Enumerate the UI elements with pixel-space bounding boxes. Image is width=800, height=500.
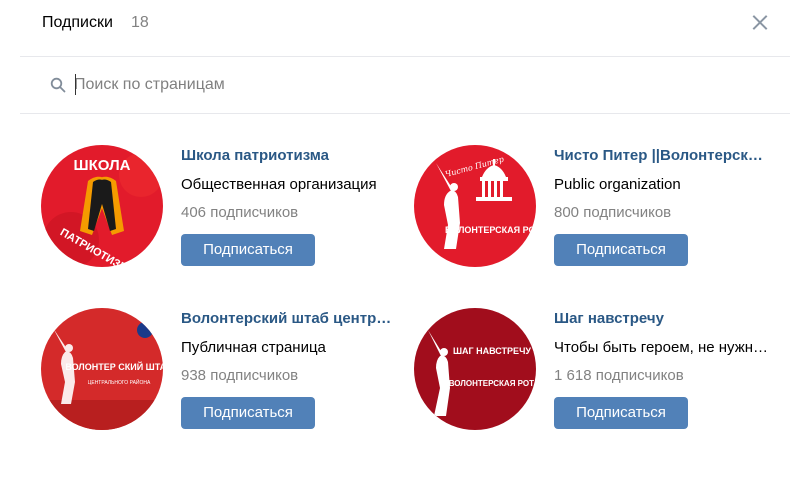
divider [20,113,790,114]
avatar-bottom-text: ВОЛОНТЕРСКАЯ РОТА [449,379,536,388]
group-avatar[interactable]: ШКОЛА ПАТРИОТИЗМА [41,145,163,267]
motherland-statue-icon: Чисто Питер ВОЛОНТЕРСКАЯ РОТА [414,145,536,267]
group-name-link[interactable]: Волонтерский штаб центрального района [181,310,396,327]
group-card: ШКОЛА ПАТРИОТИЗМА Школа патриотизма Обще… [41,145,421,275]
search-input[interactable] [74,72,674,98]
motherland-statue-icon: ШАГ НАВСТРЕЧУ ВОЛОНТЕРСКАЯ РОТА [414,308,536,430]
group-avatar[interactable]: ШАГ НАВСТРЕЧУ ВОЛОНТЕРСКАЯ РОТА [414,308,536,430]
avatar-bottom-text: ВОЛОНТЕРСКАЯ РОТА [445,225,536,235]
group-description: Public organization [554,176,681,193]
search-icon [50,77,66,93]
modal-header: Подписки 18 [0,0,800,46]
subscribers-count: 406 подписчиков [181,204,299,221]
subscribe-button[interactable]: Подписаться [554,234,688,266]
group-avatar[interactable]: ВОЛОНТЕР СКИЙ ШТАБ ЦЕНТРАЛЬНОГО РАЙОНА [41,308,163,430]
subscriptions-count: 18 [131,14,149,31]
group-description: Общественная организация [181,176,377,193]
subscribers-count: 1 618 подписчиков [554,367,684,384]
subscribers-count: 938 подписчиков [181,367,299,384]
group-card: Чисто Питер ВОЛОНТЕРСКАЯ РОТА Чисто Пите… [414,145,794,275]
modal-title: Подписки [42,14,113,31]
group-name-link[interactable]: Шаг навстречу [554,310,769,327]
subscribers-count: 800 подписчиков [554,204,672,221]
close-icon[interactable] [746,9,774,37]
st-george-ribbon-icon: ШКОЛА ПАТРИОТИЗМА [41,145,163,267]
subscribe-button[interactable]: Подписаться [181,234,315,266]
search-bar [20,57,790,113]
group-description: Чтобы быть героем, не нужно... [554,339,769,356]
group-card: ВОЛОНТЕР СКИЙ ШТАБ ЦЕНТРАЛЬНОГО РАЙОНА В… [41,308,421,438]
group-description: Публичная страница [181,339,326,356]
subscribe-button[interactable]: Подписаться [554,397,688,429]
subscribe-button[interactable]: Подписаться [181,397,315,429]
avatar-top-text: ВОЛОНТЕР СКИЙ ШТАБ [65,361,163,372]
text-caret [75,74,76,95]
group-card: ШАГ НАВСТРЕЧУ ВОЛОНТЕРСКАЯ РОТА Шаг навс… [414,308,794,438]
avatar-top-text: ШАГ НАВСТРЕЧУ [453,346,531,356]
group-name-link[interactable]: Чисто Питер ||Волонтерская Рота [554,147,769,164]
group-avatar[interactable]: Чисто Питер ВОЛОНТЕРСКАЯ РОТА [414,145,536,267]
motherland-statue-icon: ВОЛОНТЕР СКИЙ ШТАБ ЦЕНТРАЛЬНОГО РАЙОНА [41,308,163,430]
avatar-bottom-text: ЦЕНТРАЛЬНОГО РАЙОНА [88,378,151,386]
avatar-top-text: ШКОЛА [74,157,131,174]
group-name-link[interactable]: Школа патриотизма [181,147,396,164]
